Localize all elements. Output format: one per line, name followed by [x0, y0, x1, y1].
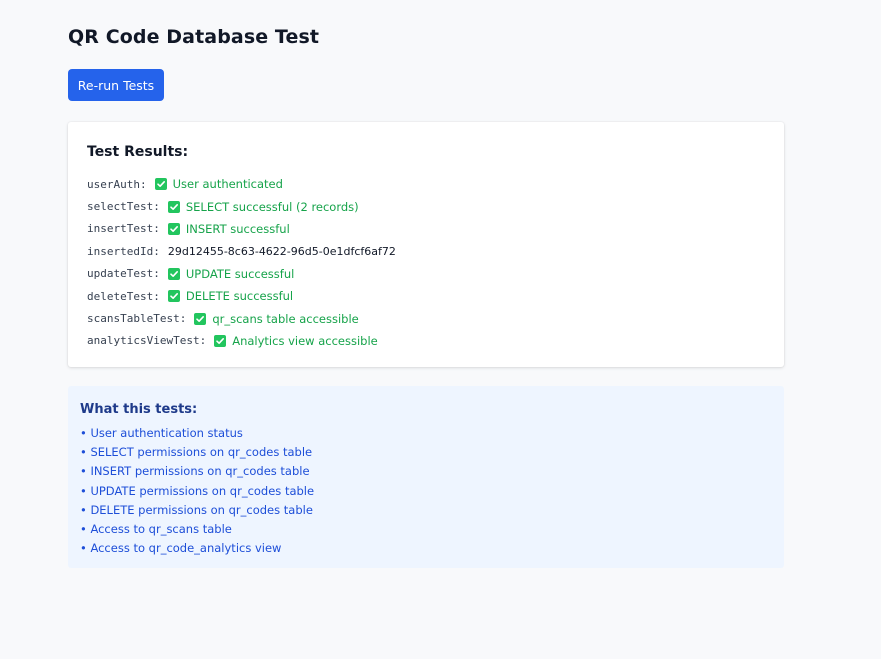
check-box-icon [214, 334, 227, 347]
info-item: • Access to qr_scans table [80, 522, 232, 537]
inserted-id-value: 29d12455-8c63-4622-96d5-0e1dfcf6af72 [167, 244, 396, 258]
rerun-tests-button[interactable]: Re-run Tests [68, 69, 164, 101]
result-value-text: DELETE successful [185, 289, 294, 304]
result-key: insertedId: [87, 244, 160, 258]
result-key: scansTableTest: [87, 312, 187, 326]
result-value: UPDATE successful [167, 266, 295, 281]
test-results-card: Test Results: userAuth: User authenticat… [68, 122, 784, 367]
result-value-text: qr_scans table accessible [212, 311, 359, 326]
result-row-updatetest: updateTest: UPDATE successful [87, 263, 396, 285]
info-item: • Access to qr_code_analytics view [80, 541, 282, 556]
info-item: • INSERT permissions on qr_codes table [80, 464, 310, 479]
check-box-icon [154, 178, 167, 191]
info-item: • DELETE permissions on qr_codes table [80, 502, 313, 517]
result-value: INSERT successful [167, 221, 290, 236]
result-key: analyticsViewTest: [87, 334, 207, 348]
result-row-selecttest: selectTest: SELECT successful (2 records… [87, 195, 396, 217]
result-key: insertTest: [87, 222, 160, 236]
check-box-icon [167, 267, 180, 280]
check-box-icon [194, 312, 207, 325]
info-panel: What this tests: • User authentication s… [68, 386, 784, 568]
result-value-text: User authenticated [172, 177, 283, 192]
check-box-icon [167, 200, 180, 213]
result-value: Analytics view accessible [214, 334, 378, 348]
result-value: qr_scans table accessible [194, 311, 359, 326]
result-value-text: Analytics view accessible [232, 333, 378, 348]
result-row-scanstabletest: scansTableTest: qr_scans table accessibl… [87, 307, 396, 329]
result-row-inserttest: insertTest: INSERT successful [87, 218, 396, 240]
result-value: DELETE successful [167, 289, 294, 304]
result-key: deleteTest: [87, 289, 160, 303]
result-key: userAuth: [87, 177, 147, 191]
info-list: • User authentication status • SELECT pe… [80, 423, 314, 558]
info-item: • UPDATE permissions on qr_codes table [80, 483, 315, 498]
result-key: updateTest: [87, 267, 160, 281]
test-results-list: userAuth: User authenticated selectTest:… [87, 173, 396, 352]
check-box-icon [167, 290, 180, 303]
info-item: • SELECT permissions on qr_codes table [80, 444, 313, 459]
result-row-insertedid: insertedId: 29d12455-8c63-4622-96d5-0e1d… [87, 240, 396, 262]
info-item: • User authentication status [80, 425, 243, 440]
result-value: SELECT successful (2 records) [167, 199, 359, 214]
result-row-userauth: userAuth: User authenticated [87, 173, 396, 195]
result-value-text: UPDATE successful [185, 266, 295, 281]
result-row-analyticsviewtest: analyticsViewTest: Analytics view access… [87, 330, 396, 352]
result-value-text: SELECT successful (2 records) [185, 199, 359, 214]
test-results-heading: Test Results: [87, 144, 189, 160]
result-row-deletetest: deleteTest: DELETE successful [87, 285, 396, 307]
info-heading: What this tests: [80, 402, 198, 417]
result-key: selectTest: [87, 200, 160, 214]
page-title: QR Code Database Test [68, 26, 320, 48]
check-box-icon [167, 222, 180, 235]
result-value: User authenticated [154, 177, 283, 192]
page: QR Code Database Test Re-run Tests Test … [0, 0, 881, 659]
result-value-text: INSERT successful [185, 221, 290, 236]
